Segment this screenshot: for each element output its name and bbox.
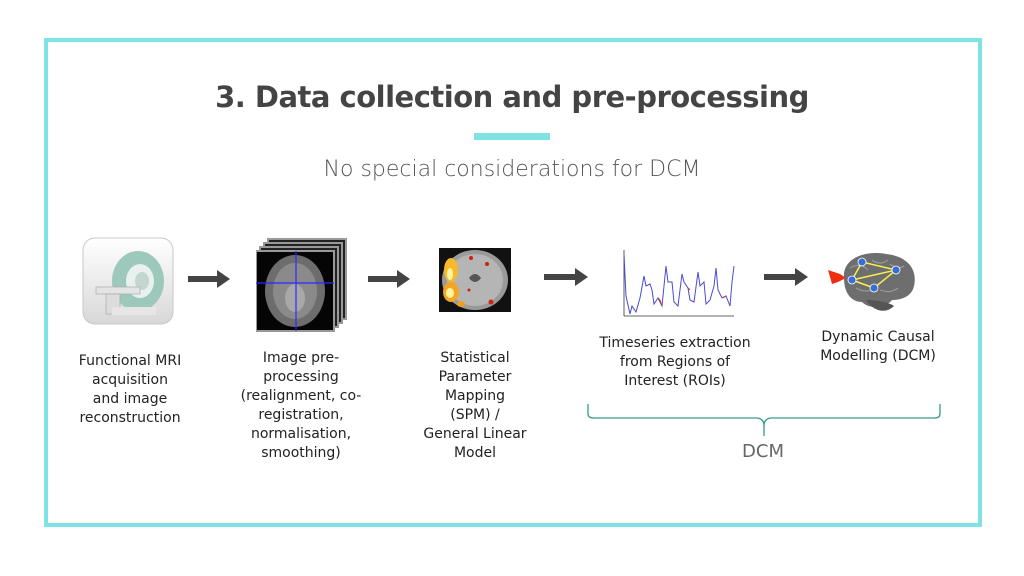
caption-line: normalisation, [250, 426, 352, 442]
caption-line: (realignment, co- [240, 388, 362, 404]
title-underline-accent [474, 133, 550, 140]
flow-arrow-3 [544, 268, 588, 286]
mri-scanner-icon [82, 237, 174, 325]
caption-line: Timeseries extraction [599, 335, 751, 351]
dcm-brace-label: DCM [742, 441, 784, 462]
caption-line: Image pre- [262, 350, 340, 366]
caption-line: processing [263, 369, 339, 385]
dcm-brain-network-icon [826, 248, 920, 320]
caption-line: General Linear [423, 426, 527, 442]
caption-line: Mapping [444, 388, 506, 404]
caption-line: and image [92, 391, 168, 407]
caption-line: Model [453, 445, 497, 461]
caption-line: registration, [258, 407, 344, 423]
caption-line: (SPM) / [450, 407, 500, 423]
timeseries-plot-icon [612, 246, 736, 328]
brain-slices-stack-icon [255, 238, 348, 334]
caption-line: Modelling (DCM) [820, 348, 936, 364]
caption-line: from Regions of [619, 354, 731, 370]
flow-arrow-1 [188, 270, 230, 288]
caption-line: smoothing) [261, 445, 341, 461]
caption-spm-glm: Statistical Parameter Mapping (SPM) / Ge… [410, 349, 540, 463]
caption-line: Interest (ROIs) [624, 373, 726, 389]
caption-line: Functional MRI [78, 353, 182, 369]
caption-line: Parameter [438, 369, 512, 385]
caption-timeseries-extraction: Timeseries extraction from Regions of In… [590, 334, 760, 391]
flow-arrow-4 [764, 268, 808, 286]
flow-arrow-2 [368, 270, 410, 288]
spm-activation-map-icon [439, 248, 511, 312]
caption-preprocessing: Image pre- processing (realignment, co- … [226, 349, 376, 463]
caption-line: acquisition [92, 372, 168, 388]
dcm-brace [587, 404, 941, 436]
caption-line: Dynamic Causal [821, 329, 935, 345]
caption-line: Statistical [440, 350, 510, 366]
caption-mri-acquisition: Functional MRI acquisition and image rec… [60, 352, 200, 428]
caption-line: reconstruction [79, 410, 181, 426]
slide-subtitle: No special considerations for DCM [323, 157, 701, 182]
slide-title: 3. Data collection and pre-processing [215, 80, 809, 114]
caption-dcm: Dynamic Causal Modelling (DCM) [800, 328, 956, 366]
